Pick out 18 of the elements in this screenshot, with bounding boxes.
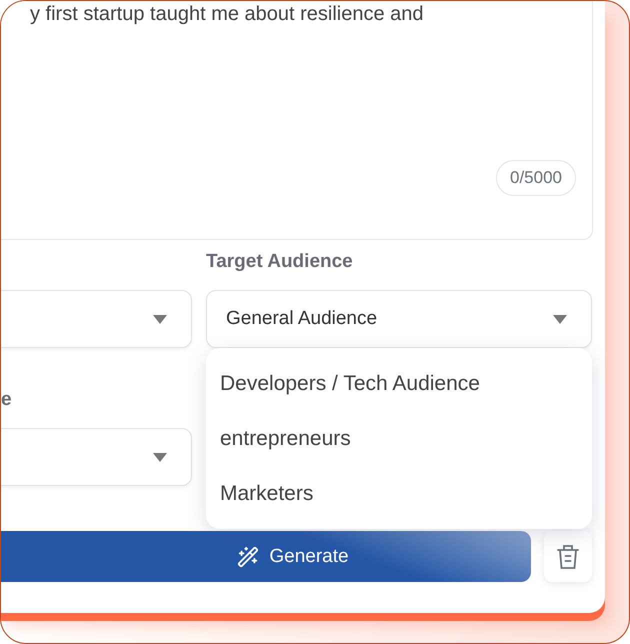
text-area-value: y first startup taught me about resilience and	[30, 3, 424, 25]
menu-option[interactable]: Developers / Tech Audience	[206, 356, 592, 411]
delete-button[interactable]	[544, 531, 592, 582]
caret-icon	[153, 452, 167, 462]
dropdown[interactable]	[1, 428, 192, 486]
caret-icon	[553, 314, 567, 324]
caret-icon	[153, 314, 167, 324]
dropdown[interactable]	[1, 290, 192, 348]
magic-wand-icon	[237, 546, 260, 568]
trash-icon	[557, 544, 579, 570]
menu-option[interactable]: Marketers	[206, 466, 592, 521]
character-counter: 0/5000	[496, 160, 576, 196]
field-label: e	[1, 388, 13, 412]
menu-option[interactable]: entrepreneurs	[206, 411, 592, 466]
text-area[interactable]: y first startup taught me about resilience and 0/5000	[1, 1, 593, 240]
audience-dropdown[interactable]: General Audience	[206, 290, 592, 348]
field-label: Target Audience	[206, 250, 354, 274]
generate-button[interactable]: Generate	[1, 531, 531, 582]
